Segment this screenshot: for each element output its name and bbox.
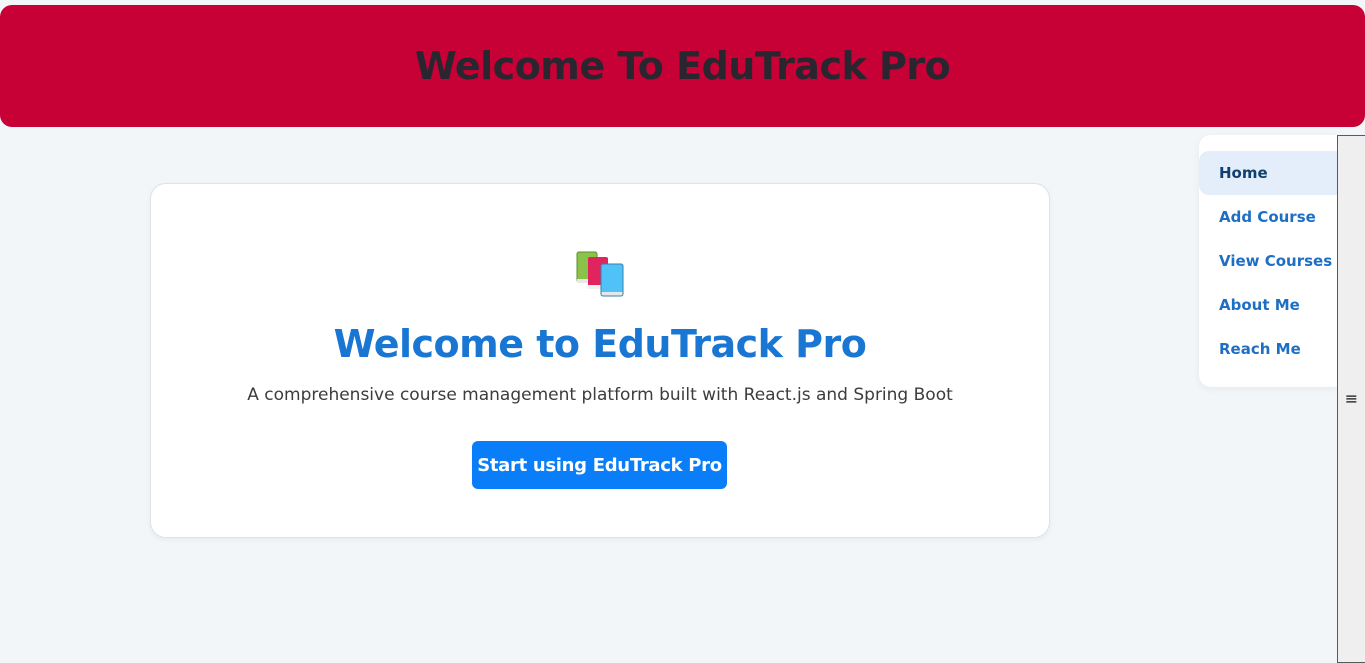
hero-title: Welcome to EduTrack Pro (333, 322, 867, 366)
sidebar-item-home[interactable]: Home (1199, 151, 1337, 195)
books-icon (576, 251, 624, 297)
sidebar-item-add-course[interactable]: Add Course (1199, 195, 1337, 239)
top-banner: Welcome To EduTrack Pro (0, 5, 1365, 127)
start-button[interactable]: Start using EduTrack Pro (472, 441, 727, 489)
hamburger-icon: ≡ (1344, 389, 1359, 408)
side-menu: Home Add Course View Courses About Me Re… (1199, 135, 1337, 387)
sidebar-item-view-courses[interactable]: View Courses (1199, 239, 1337, 283)
sidebar-item-reach-me[interactable]: Reach Me (1199, 327, 1337, 371)
welcome-card: Welcome to EduTrack Pro A comprehensive … (150, 183, 1050, 538)
banner-title: Welcome To EduTrack Pro (414, 44, 951, 88)
menu-toggle-button[interactable]: ≡ (1337, 135, 1365, 663)
hero-subtitle: A comprehensive course management platfo… (247, 385, 953, 405)
sidebar-item-about-me[interactable]: About Me (1199, 283, 1337, 327)
